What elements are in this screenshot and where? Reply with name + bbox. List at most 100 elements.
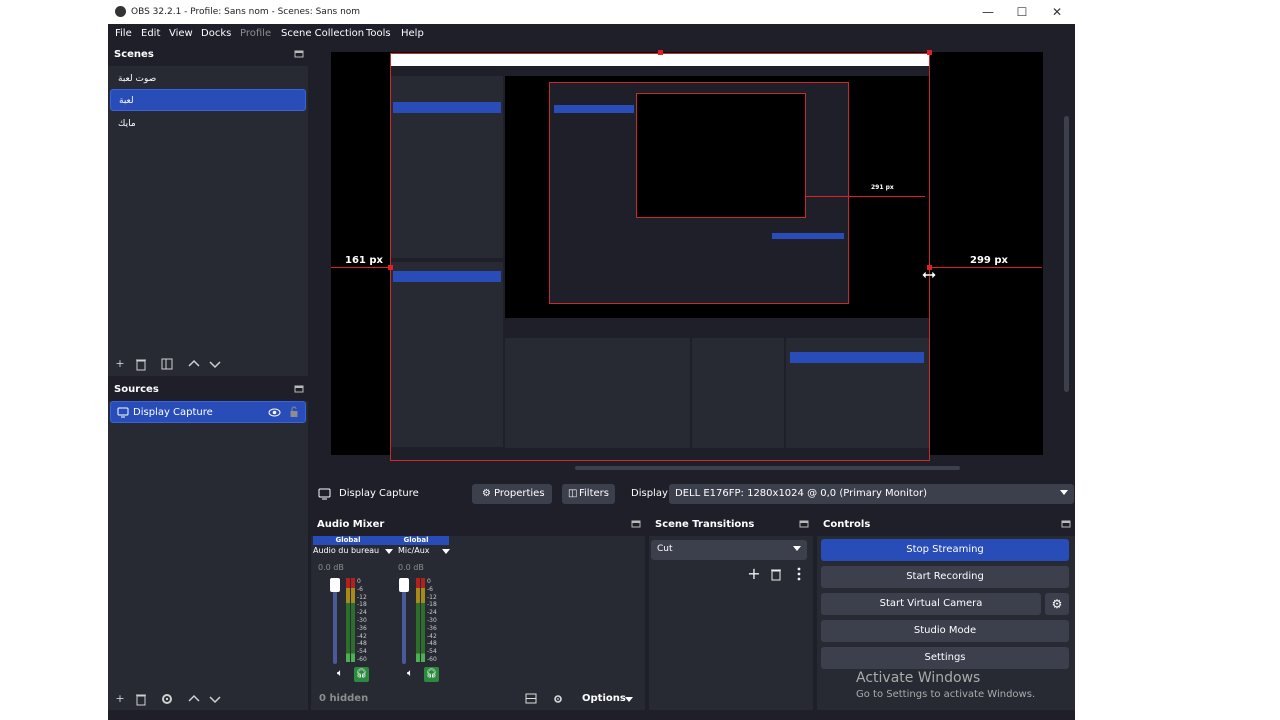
- menu-profile[interactable]: Profile: [240, 28, 271, 39]
- mixer-settings-icon[interactable]: [552, 693, 564, 705]
- layout-icon[interactable]: [525, 693, 537, 704]
- nested-titlebar: [391, 54, 929, 66]
- display-capture-frame[interactable]: 291 px: [390, 53, 930, 461]
- chevron-down-icon[interactable]: [207, 691, 223, 707]
- db-scale: 0 -6 -12 -18 -24 -30 -36 -42 -48 -54 -60: [357, 578, 373, 664]
- properties-button[interactable]: ⚙ Properties: [472, 484, 552, 504]
- studio-mode-button[interactable]: Studio Mode: [821, 620, 1069, 642]
- stop-streaming-button[interactable]: Stop Streaming: [821, 539, 1069, 561]
- undock-icon[interactable]: [1061, 519, 1071, 529]
- audio-mixer-title-text: Audio Mixer: [317, 519, 385, 530]
- nested-sources-dock: [391, 262, 503, 447]
- mixer-toolbar: 0 hidden Options: [311, 688, 645, 710]
- deep-stop: [772, 233, 844, 239]
- display-select[interactable]: DELL E176FP: 1280x1024 @ 0,0 (Primary Mo…: [669, 484, 1074, 504]
- start-virtual-camera-button[interactable]: Start Virtual Camera: [821, 593, 1041, 615]
- scene-item[interactable]: مايك: [110, 113, 306, 135]
- gear-icon: ⚙: [482, 488, 491, 499]
- trash-icon[interactable]: [768, 566, 784, 582]
- close-button[interactable]: ✕: [1040, 0, 1074, 24]
- scale-tick: -18: [357, 601, 367, 609]
- scene-item-selected[interactable]: لعبة: [110, 89, 306, 111]
- preview-area[interactable]: 291 px 161 px 299 px: [311, 44, 1074, 476]
- scene-label: لعبة: [119, 96, 134, 106]
- channel-tag: Global: [313, 536, 383, 545]
- resize-handle-left[interactable]: [388, 265, 393, 270]
- nested-selected-scene: [393, 102, 501, 113]
- level-meter: [346, 578, 350, 662]
- speaker-icon[interactable]: 🔈︎: [337, 668, 343, 679]
- undock-icon[interactable]: [294, 49, 304, 59]
- horizontal-scrollbar[interactable]: [575, 466, 960, 470]
- chevron-up-icon[interactable]: [186, 691, 202, 707]
- scale-tick: -60: [357, 655, 367, 663]
- menu-edit[interactable]: Edit: [141, 28, 160, 39]
- volume-slider-handle[interactable]: [330, 578, 340, 592]
- resize-cursor-icon: [921, 270, 937, 280]
- settings-button[interactable]: Settings: [821, 647, 1069, 669]
- nested-controls: [786, 338, 929, 448]
- undock-icon[interactable]: [799, 519, 809, 529]
- resize-handle-top-right[interactable]: [927, 50, 932, 55]
- monitor-icon: [318, 488, 331, 500]
- chevron-down-icon: [793, 546, 801, 551]
- scale-tick: -36: [357, 624, 367, 632]
- left-distance-label: 161 px: [345, 255, 383, 266]
- add-icon[interactable]: +: [112, 691, 128, 707]
- monitor-icon: [117, 407, 129, 418]
- source-item-display-capture[interactable]: Display Capture: [110, 401, 306, 423]
- trash-icon[interactable]: [133, 356, 149, 372]
- mixer-channel-desktop: Global Audio du bureau 0.0 dB 0 -6 -12 -…: [313, 536, 393, 686]
- lock-icon[interactable]: [289, 406, 299, 418]
- channel-name-select[interactable]: Mic/Aux: [398, 546, 450, 559]
- scene-label: مايك: [118, 119, 136, 129]
- preview-canvas[interactable]: 291 px 161 px 299 px: [331, 50, 1043, 461]
- channel-name-select[interactable]: Audio du bureau: [313, 546, 393, 559]
- menu-help[interactable]: Help: [401, 28, 424, 39]
- deep-selected: [554, 105, 634, 113]
- undock-icon[interactable]: [631, 519, 641, 529]
- maximize-button[interactable]: ☐: [1005, 0, 1039, 24]
- speaker-icon[interactable]: 🔈︎: [407, 668, 413, 679]
- undock-icon[interactable]: [294, 384, 304, 394]
- options-button[interactable]: Options: [579, 690, 639, 708]
- guide-left: [331, 267, 390, 268]
- chevron-up-icon[interactable]: [186, 356, 202, 372]
- filters-label: Filters: [579, 488, 609, 499]
- scene-item[interactable]: صوت لعبة: [110, 68, 306, 90]
- nested-transitions: [692, 338, 784, 448]
- level-meter: [416, 578, 420, 662]
- scale-tick: -48: [427, 640, 437, 648]
- menu-file[interactable]: File: [115, 28, 132, 39]
- virtual-camera-settings-gear-icon[interactable]: ⚙: [1045, 593, 1069, 615]
- filter-icon[interactable]: [159, 356, 175, 372]
- trash-icon[interactable]: [133, 691, 149, 707]
- menu-scene-collection[interactable]: Scene Collection: [281, 28, 364, 39]
- display-label: Display: [631, 488, 668, 499]
- menu-tools[interactable]: Tools: [366, 28, 391, 39]
- start-recording-button[interactable]: Start Recording: [821, 566, 1069, 588]
- vertical-scrollbar[interactable]: [1064, 116, 1069, 392]
- chevron-down-icon[interactable]: [207, 356, 223, 372]
- add-icon[interactable]: +: [112, 356, 128, 372]
- transition-select[interactable]: Cut: [651, 540, 807, 560]
- scale-tick: -24: [357, 609, 367, 617]
- scale-tick: -6: [357, 585, 363, 593]
- resize-handle-top[interactable]: [658, 50, 663, 55]
- gear-icon[interactable]: [159, 691, 175, 707]
- controls-title-text: Controls: [823, 519, 871, 530]
- menu-view[interactable]: View: [169, 28, 193, 39]
- eye-icon[interactable]: [268, 407, 281, 418]
- more-icon[interactable]: [791, 566, 807, 582]
- headphones-icon[interactable]: 🎧︎: [424, 667, 439, 682]
- audio-mixer-title: Audio Mixer: [311, 514, 645, 536]
- window-title: OBS 32.2.1 - Profile: Sans nom - Scenes:…: [131, 7, 361, 17]
- add-icon[interactable]: +: [746, 566, 762, 582]
- minimize-button[interactable]: —: [971, 0, 1005, 24]
- menu-docks[interactable]: Docks: [201, 28, 231, 39]
- audio-mixer-dock: Audio Mixer Global Audio du bureau 0.0 d…: [311, 514, 645, 710]
- filters-button[interactable]: ◫ Filters: [562, 484, 615, 504]
- headphones-icon[interactable]: 🎧︎: [354, 667, 369, 682]
- volume-slider-handle[interactable]: [399, 578, 409, 592]
- scale-tick: 0: [357, 578, 361, 585]
